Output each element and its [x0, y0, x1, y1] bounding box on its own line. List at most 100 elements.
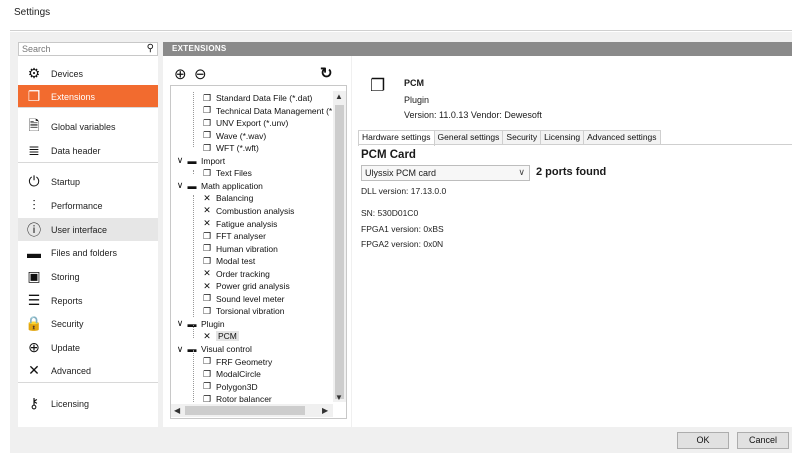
- extension-cube-icon: ❐: [202, 167, 212, 178]
- tree-folder[interactable]: ∨ ▬ Visual control: [174, 343, 252, 355]
- sidebar-item[interactable]: ✕ Advanced: [18, 359, 158, 382]
- plugin-name: PCM: [404, 78, 424, 88]
- sidebar-item[interactable]: 🗎 Global variables: [18, 115, 158, 138]
- folder-icon: ▬: [187, 180, 197, 191]
- tree-item-label: Power grid analysis: [216, 281, 290, 292]
- tree-item[interactable]: ❐ Modal test: [201, 255, 255, 267]
- tree-folder[interactable]: ∨ ▬ Import: [174, 155, 225, 167]
- sidebar-item-label: Security: [51, 318, 84, 329]
- extension-cube-icon: ❐: [202, 255, 212, 266]
- nav-separator: [18, 382, 158, 383]
- tree-item[interactable]: ❐ Technical Data Management (*: [201, 105, 332, 117]
- scroll-thumb[interactable]: [335, 105, 344, 399]
- chevron-down-icon[interactable]: ∨: [174, 155, 186, 166]
- tree-folder[interactable]: ∨ ▬ Math application: [174, 180, 263, 192]
- tree-item[interactable]: ✕ Combustion analysis: [201, 205, 294, 217]
- chevron-down-icon[interactable]: ∨: [174, 180, 186, 191]
- sidebar-item[interactable]: 🔒 Security: [18, 312, 158, 335]
- sidebar-item-label: Data header: [51, 145, 101, 156]
- tree-item[interactable]: ❐ WFT (*.wft): [201, 142, 259, 154]
- tree-item[interactable]: ❐ ModalCircle: [201, 368, 261, 380]
- tree-item[interactable]: ✕ Balancing: [201, 192, 253, 204]
- sidebar-item[interactable]: ⫶ Performance: [18, 194, 158, 217]
- title-bar: [0, 0, 792, 11]
- scroll-left-arrow-icon[interactable]: ◀: [174, 406, 180, 415]
- tree-item-label: PCM: [216, 331, 239, 342]
- chevron-down-icon[interactable]: ∨: [518, 167, 525, 178]
- extension-cube-icon: ❐: [202, 356, 212, 367]
- sidebar-item[interactable]: ⚙ Devices: [18, 62, 158, 85]
- search-input[interactable]: Search ⚲: [18, 42, 158, 56]
- sidebar-item[interactable]: ▣ Storing: [18, 265, 158, 288]
- pcm-card-select[interactable]: Ulyssix PCM card ∨: [361, 165, 530, 181]
- extension-cube-icon: ❐: [27, 88, 41, 104]
- sidebar-item[interactable]: ❐ Extensions: [18, 85, 158, 108]
- power-icon: ⏻: [28, 173, 40, 189]
- tree-item[interactable]: ✕ Power grid analysis: [201, 280, 290, 292]
- tree-item[interactable]: ❐ Text Files: [201, 167, 252, 179]
- header-title: EXTENSIONS: [172, 44, 227, 53]
- tree-folder[interactable]: ∨ ▬ Plugin: [174, 318, 225, 330]
- tree-item[interactable]: ❐ FRF Geometry: [201, 356, 272, 368]
- remove-extension-button[interactable]: ⊖: [194, 65, 207, 83]
- tools-icon: ✕: [203, 330, 211, 341]
- cancel-button[interactable]: Cancel: [737, 432, 789, 449]
- extensions-header: EXTENSIONS: [163, 42, 792, 56]
- plugin-cube-icon: ❐: [370, 76, 386, 95]
- tree-item[interactable]: ✕ PCM: [201, 330, 239, 342]
- tree-item[interactable]: ❐ Torsional vibration: [201, 305, 285, 317]
- tree-horizontal-scrollbar[interactable]: [171, 404, 333, 417]
- plugin-type: Plugin: [404, 95, 430, 105]
- settings-tabs: Hardware settings General settings Secur…: [358, 130, 661, 146]
- add-extension-button[interactable]: ⊕: [174, 65, 187, 83]
- tab-divider: [358, 144, 792, 145]
- tab-security[interactable]: Security: [502, 130, 542, 145]
- sidebar-item[interactable]: ☰ Reports: [18, 289, 158, 312]
- search-icon[interactable]: ⚲: [147, 43, 154, 54]
- title-divider: [10, 30, 792, 31]
- tree-item[interactable]: ❐ FFT analyser: [201, 230, 266, 242]
- tree-item-label: FFT analyser: [216, 231, 266, 242]
- card-select-value: Ulyssix PCM card: [365, 168, 437, 178]
- sidebar-item-label: Performance: [51, 200, 103, 211]
- scroll-right-arrow-icon[interactable]: ▶: [322, 406, 328, 415]
- scroll-up-arrow-icon[interactable]: ▲: [335, 92, 343, 101]
- sidebar-item[interactable]: ▬ Files and folders: [18, 241, 158, 264]
- sidebar-item-label: Reports: [51, 295, 83, 306]
- sidebar-item[interactable]: ⚷ Licensing: [18, 392, 158, 415]
- tab-general-settings[interactable]: General settings: [433, 130, 504, 145]
- plugin-version: Version: 11.0.13 Vendor: Dewesoft: [404, 110, 542, 120]
- tab-licensing[interactable]: Licensing: [540, 130, 585, 145]
- sidebar-item[interactable]: ⊕ Update: [18, 336, 158, 359]
- hscroll-thumb[interactable]: [185, 406, 305, 415]
- folder-icon: ▬: [187, 344, 197, 354]
- tab-advanced-settings[interactable]: Advanced settings: [583, 130, 661, 145]
- refresh-button[interactable]: ↻: [320, 64, 333, 82]
- tree-item[interactable]: ❐ Wave (*.wav): [201, 130, 266, 142]
- tree-item[interactable]: ✕ Order tracking: [201, 268, 270, 280]
- sidebar-item[interactable]: ⓘ User interface: [18, 218, 158, 241]
- ok-button[interactable]: OK: [677, 432, 729, 449]
- sidebar-item-label: Devices: [51, 68, 84, 79]
- tree-guide-line: [193, 325, 194, 338]
- scroll-down-arrow-icon[interactable]: ▼: [335, 393, 343, 402]
- tree-item[interactable]: ❐ Human vibration: [201, 243, 278, 255]
- info-icon: ⓘ: [27, 221, 41, 238]
- extension-cube-icon: ❐: [202, 142, 212, 153]
- sidebar-item[interactable]: ⏻ Startup: [18, 170, 158, 193]
- sidebar-item-label: Files and folders: [51, 247, 118, 258]
- tree-item-label: Wave (*.wav): [216, 130, 267, 141]
- tree-item[interactable]: ❐ Sound level meter: [201, 293, 285, 305]
- chevron-down-icon[interactable]: ∨: [174, 318, 186, 329]
- key-icon: ⚷: [28, 395, 40, 411]
- tree-item[interactable]: ❐ Polygon3D: [201, 381, 258, 393]
- tree-item[interactable]: ❐ UNV Export (*.unv): [201, 117, 288, 129]
- tree-item[interactable]: ✕ Fatigue analysis: [201, 218, 277, 230]
- tree-item[interactable]: ❐ Standard Data File (*.dat): [201, 92, 312, 104]
- sliders-icon: ⫶: [32, 197, 36, 213]
- tree-item-label: FRF Geometry: [216, 356, 273, 367]
- chevron-down-icon[interactable]: ∨: [174, 344, 186, 355]
- dll-version: DLL version: 17.13.0.0: [361, 186, 447, 196]
- tree-vertical-scrollbar[interactable]: [333, 91, 346, 402]
- sidebar-item[interactable]: ≣ Data header: [18, 139, 158, 162]
